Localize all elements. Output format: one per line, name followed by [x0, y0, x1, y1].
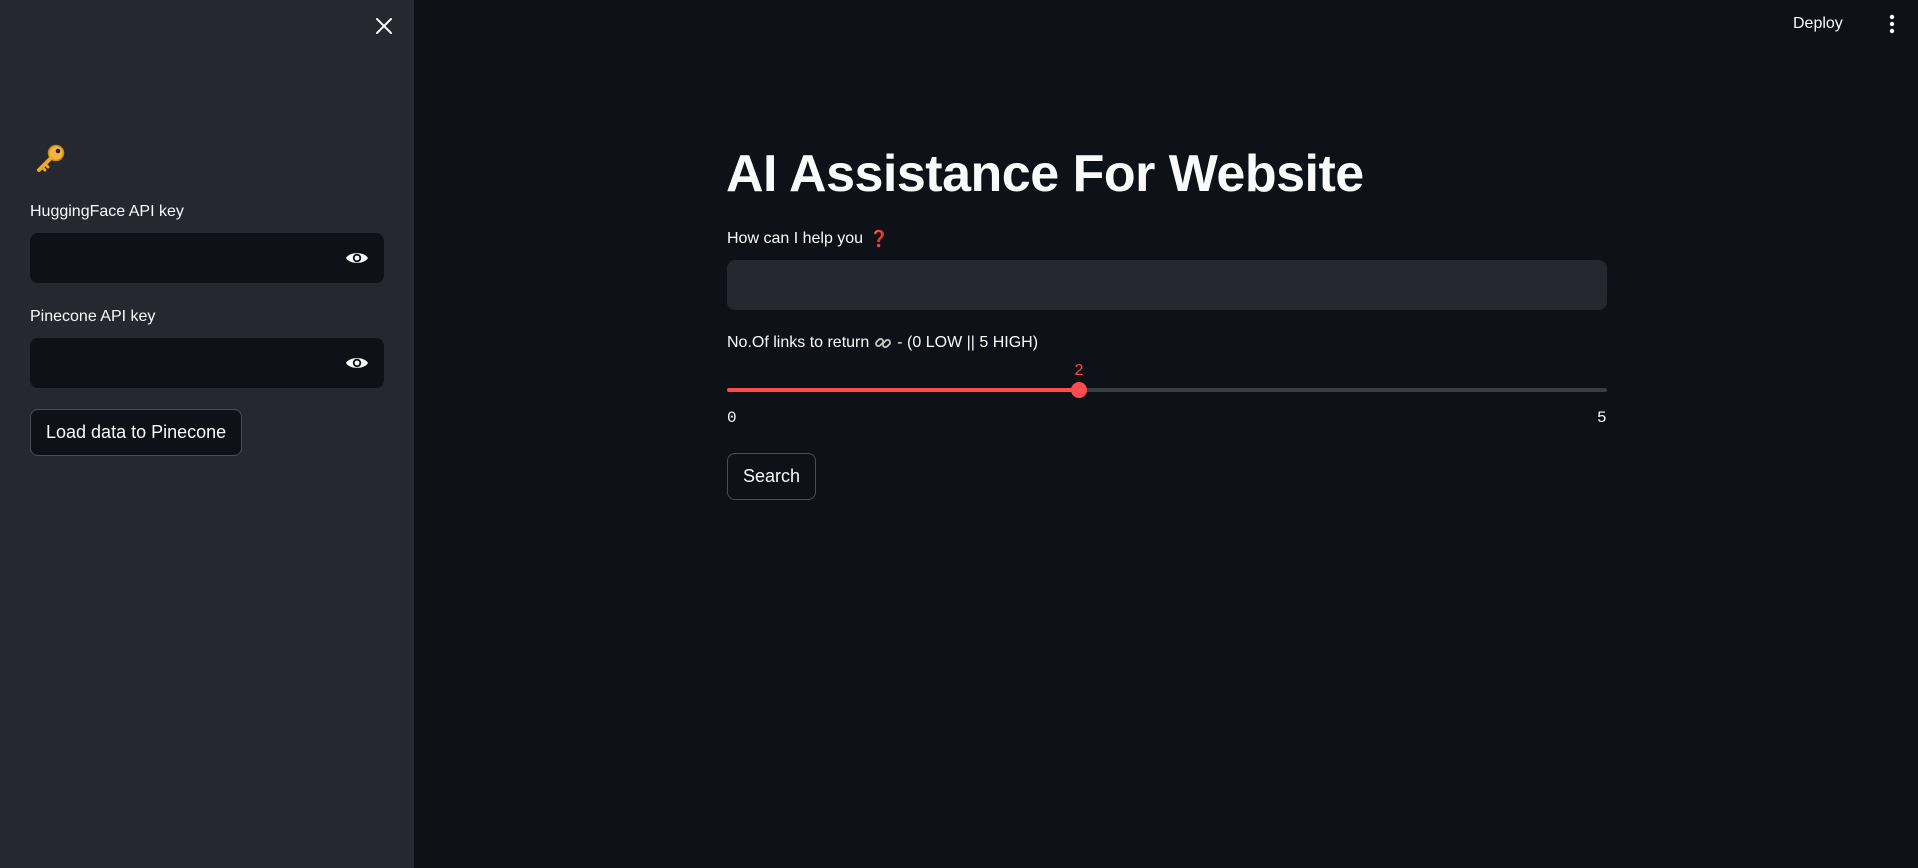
huggingface-api-key-label: HuggingFace API key: [30, 203, 184, 220]
links-slider: 2: [727, 362, 1607, 418]
links-slider-label: No.Of links to return - (0 LOW || 5 HIGH…: [727, 334, 1038, 352]
links-slider-range-hint: - (0 LOW || 5 HIGH): [897, 334, 1039, 351]
slider-max-label: 5: [1597, 409, 1607, 427]
main-menu-button[interactable]: [1880, 12, 1904, 36]
show-pinecone-key-button[interactable]: [330, 338, 384, 388]
sidebar: HuggingFace API key Pinecone API key Loa…: [0, 0, 414, 868]
slider-min-label: 0: [727, 409, 737, 427]
app-root: HuggingFace API key Pinecone API key Loa…: [0, 0, 1918, 868]
slider-track[interactable]: [727, 388, 1607, 392]
link-icon: [875, 338, 892, 348]
close-sidebar-button[interactable]: [370, 12, 398, 40]
links-slider-label-text: No.Of links to return: [727, 334, 870, 351]
pinecone-api-key-field: [30, 338, 384, 388]
kebab-menu-icon: [1889, 14, 1895, 34]
slider-fill: [727, 388, 1079, 392]
slider-thumb[interactable]: [1071, 382, 1087, 398]
huggingface-api-key-field: [30, 233, 384, 283]
pinecone-api-key-label: Pinecone API key: [30, 308, 156, 325]
question-mark-icon: ❓: [869, 231, 889, 248]
search-button[interactable]: Search: [727, 453, 817, 500]
key-icon: [37, 144, 65, 172]
close-icon: [376, 18, 392, 34]
show-huggingface-key-button[interactable]: [330, 233, 384, 283]
deploy-button[interactable]: Deploy: [1793, 12, 1843, 36]
question-input[interactable]: [727, 260, 1607, 310]
question-label-text: How can I help you: [727, 230, 864, 247]
slider-value-label: 2: [1074, 362, 1084, 379]
pinecone-api-key-input[interactable]: [30, 338, 330, 388]
load-data-button[interactable]: Load data to Pinecone: [30, 409, 243, 456]
huggingface-api-key-input[interactable]: [30, 233, 330, 283]
eye-icon: [346, 253, 368, 263]
page-title: AI Assistance For Website: [726, 145, 1364, 203]
eye-icon: [346, 358, 368, 368]
question-label: How can I help you ❓: [727, 229, 889, 249]
